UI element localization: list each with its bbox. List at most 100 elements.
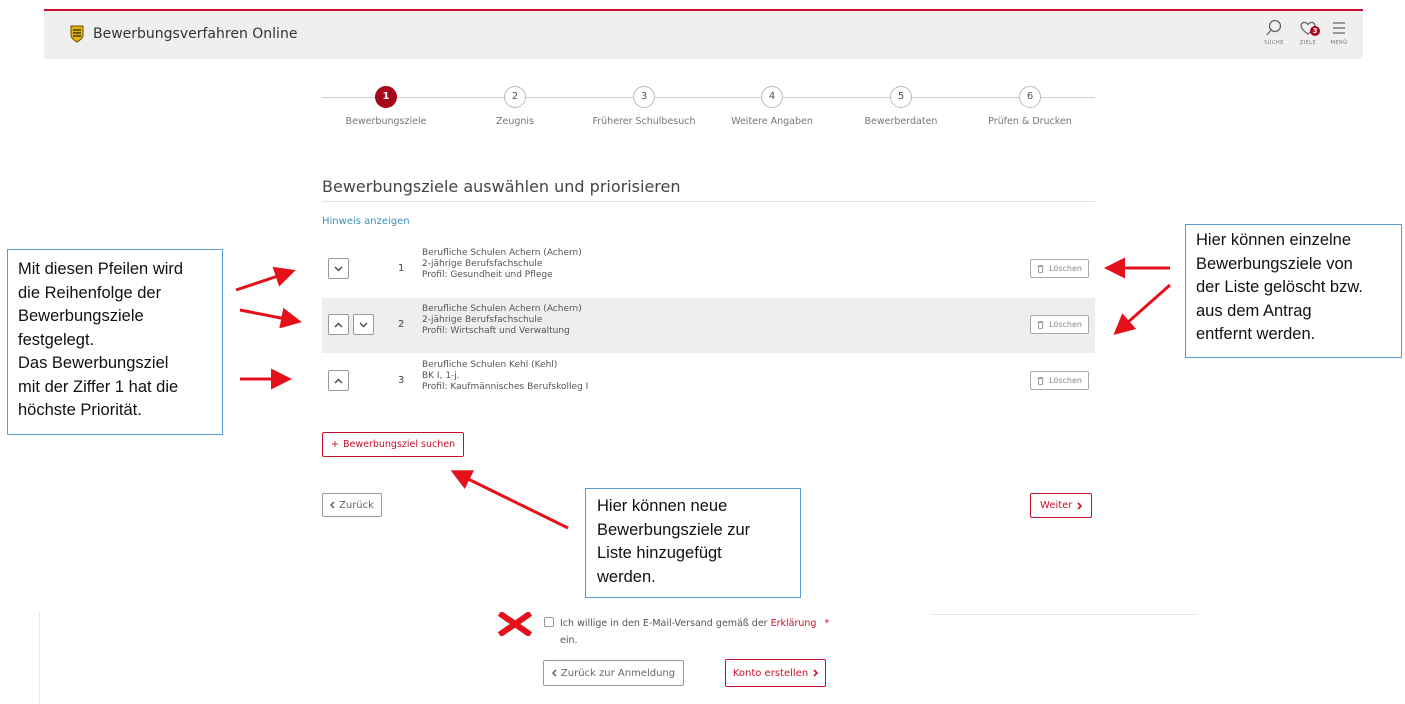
callout-line: Hier können neue: [597, 497, 728, 515]
search-goal-button[interactable]: + Bewerbungsziel suchen: [322, 432, 465, 457]
delete-label: Löschen: [1049, 320, 1082, 329]
callout-line: Bewerbungsziele: [18, 307, 144, 325]
coat-of-arms-icon: [70, 25, 84, 43]
school-name: Berufliche Schulen Kehl (Kehl): [422, 360, 558, 370]
delete-label: Löschen: [1049, 264, 1082, 273]
step-number: 2: [504, 86, 526, 108]
step-3[interactable]: 3 Früherer Schulbesuch: [584, 86, 704, 127]
step-1[interactable]: 1 Bewerbungsziele: [326, 86, 446, 127]
step-number: 4: [761, 86, 783, 108]
email-consent: Ich willige in den E-Mail-Versand gemäß …: [544, 615, 829, 649]
consent-checkbox[interactable]: [544, 617, 554, 627]
goals-button[interactable]: 3 ZIELE: [1293, 19, 1323, 46]
profile-name: Profil: Kaufmännisches Berufskolleg I: [422, 382, 589, 392]
step-4[interactable]: 4 Weitere Angaben: [712, 86, 832, 127]
program-name: 2-jährige Berufsfachschule: [422, 259, 543, 269]
arrow-to-delete-row2: [1113, 283, 1171, 335]
callout-line: festgelegt.: [18, 330, 95, 349]
callout-line: aus dem Antrag: [1196, 301, 1312, 320]
chevron-down-icon: [334, 266, 343, 271]
back-to-login-label: Zurück zur Anmeldung: [560, 667, 676, 679]
move-down-button[interactable]: [328, 258, 349, 279]
school-name: Berufliche Schulen Achern (Achern): [422, 248, 582, 258]
red-cross-icon: [498, 612, 532, 636]
callout-line: Liste hinzugefügt: [597, 544, 722, 562]
step-number: 3: [633, 86, 655, 108]
goal-row: 2 Berufliche Schulen Achern (Achern) 2-j…: [322, 298, 1095, 353]
create-account-label: Konto erstellen: [732, 667, 809, 679]
callout-line: Hier können einzelne: [1196, 231, 1352, 249]
declaration-link[interactable]: Erklärung: [771, 618, 817, 629]
app-header: Bewerbungsverfahren Online SUCHE 3 ZIELE…: [44, 11, 1363, 59]
chevron-right-icon: [1077, 501, 1083, 510]
next-label: Weiter: [1040, 500, 1073, 511]
chevron-left-icon: [330, 501, 335, 509]
step-5[interactable]: 5 Bewerberdaten: [841, 86, 961, 127]
trash-icon: [1037, 320, 1044, 329]
back-button[interactable]: Zurück: [322, 493, 382, 517]
step-6[interactable]: 6 Prüfen & Drucken: [970, 86, 1090, 127]
move-up-button[interactable]: [328, 314, 349, 335]
back-to-login-button[interactable]: Zurück zur Anmeldung: [543, 660, 684, 686]
chevron-down-icon: [359, 322, 368, 327]
create-account-button[interactable]: Konto erstellen: [725, 659, 826, 687]
brand[interactable]: Bewerbungsverfahren Online: [70, 25, 297, 43]
title-divider: [322, 201, 1095, 202]
priority-number: 2: [398, 319, 405, 330]
callout-line: Das Bewerbungsziel: [18, 354, 169, 372]
step-label: Prüfen & Drucken: [988, 116, 1072, 127]
goal-details: Berufliche Schulen Kehl (Kehl) BK I, 1-j…: [422, 360, 588, 393]
school-name: Berufliche Schulen Achern (Achern): [422, 304, 582, 314]
goal-details: Berufliche Schulen Achern (Achern) 2-jäh…: [422, 304, 582, 337]
callout-line: Mit diesen Pfeilen wird: [18, 260, 184, 278]
callout-add: Hier können neue Bewerbungsziele zur Lis…: [585, 488, 801, 598]
move-up-button[interactable]: [328, 370, 349, 391]
step-number: 1: [375, 86, 397, 108]
menu-icon: [1333, 22, 1345, 34]
callout-line: die Reihenfolge der: [18, 283, 162, 302]
chevron-up-icon: [334, 322, 343, 327]
callout-reorder: Mit diesen Pfeilen wird die Reihenfolge …: [7, 249, 223, 435]
step-label: Bewerbungsziele: [345, 116, 427, 127]
screenshot-root: Bewerbungsverfahren Online SUCHE 3 ZIELE…: [0, 0, 1405, 704]
callout-line: Bewerbungsziele von: [1196, 254, 1353, 273]
callout-line: werden.: [597, 567, 656, 586]
consent-text-end: ein.: [560, 635, 578, 646]
search-button[interactable]: SUCHE: [1259, 19, 1289, 46]
trash-icon: [1037, 376, 1044, 385]
next-button[interactable]: Weiter: [1030, 493, 1093, 518]
consent-text: Ich willige in den E-Mail-Versand gemäß …: [560, 618, 768, 629]
profile-name: Profil: Gesundheit und Pflege: [422, 270, 553, 280]
step-label: Zeugnis: [495, 116, 534, 127]
priority-number: 3: [398, 375, 405, 386]
callout-line: mit der Ziffer 1 hat die: [18, 377, 179, 396]
profile-name: Profil: Wirtschaft und Verwaltung: [422, 326, 570, 336]
delete-button[interactable]: Löschen: [1030, 315, 1089, 334]
goals-count-badge: 3: [1310, 26, 1320, 36]
panel-border: [39, 612, 40, 704]
callout-line: der Liste gelöscht bzw.: [1196, 278, 1363, 296]
menu-button[interactable]: MENÜ: [1324, 19, 1354, 46]
delete-button[interactable]: Löschen: [1030, 371, 1089, 390]
goals-label: ZIELE: [1299, 40, 1317, 46]
move-down-button[interactable]: [353, 314, 374, 335]
callout-line: Bewerbungsziele zur: [597, 520, 751, 539]
program-name: 2-jährige Berufsfachschule: [422, 315, 543, 325]
chevron-left-icon: [551, 669, 557, 677]
callout-line: entfernt werden.: [1196, 325, 1316, 343]
goal-row: 1 Berufliche Schulen Achern (Achern) 2-j…: [322, 242, 1095, 297]
goal-details: Berufliche Schulen Achern (Achern) 2-jäh…: [422, 248, 582, 281]
step-number: 5: [890, 86, 912, 108]
chevron-right-icon: [813, 669, 819, 677]
required-mark: *: [824, 618, 830, 629]
arrow-to-row2-buttons: [239, 307, 302, 329]
search-label: SUCHE: [1264, 40, 1284, 46]
goal-row: 3 Berufliche Schulen Kehl (Kehl) BK I, 1…: [322, 354, 1095, 409]
callout-delete: Hier können einzelne Bewerbungsziele von…: [1185, 224, 1402, 358]
delete-button[interactable]: Löschen: [1030, 259, 1089, 278]
callout-line: höchste Priorität.: [18, 401, 142, 419]
show-hint-link[interactable]: Hinweis anzeigen: [322, 216, 410, 227]
step-2[interactable]: 2 Zeugnis: [455, 86, 575, 127]
step-label: Bewerberdaten: [864, 116, 938, 127]
search-icon: [1266, 19, 1282, 36]
